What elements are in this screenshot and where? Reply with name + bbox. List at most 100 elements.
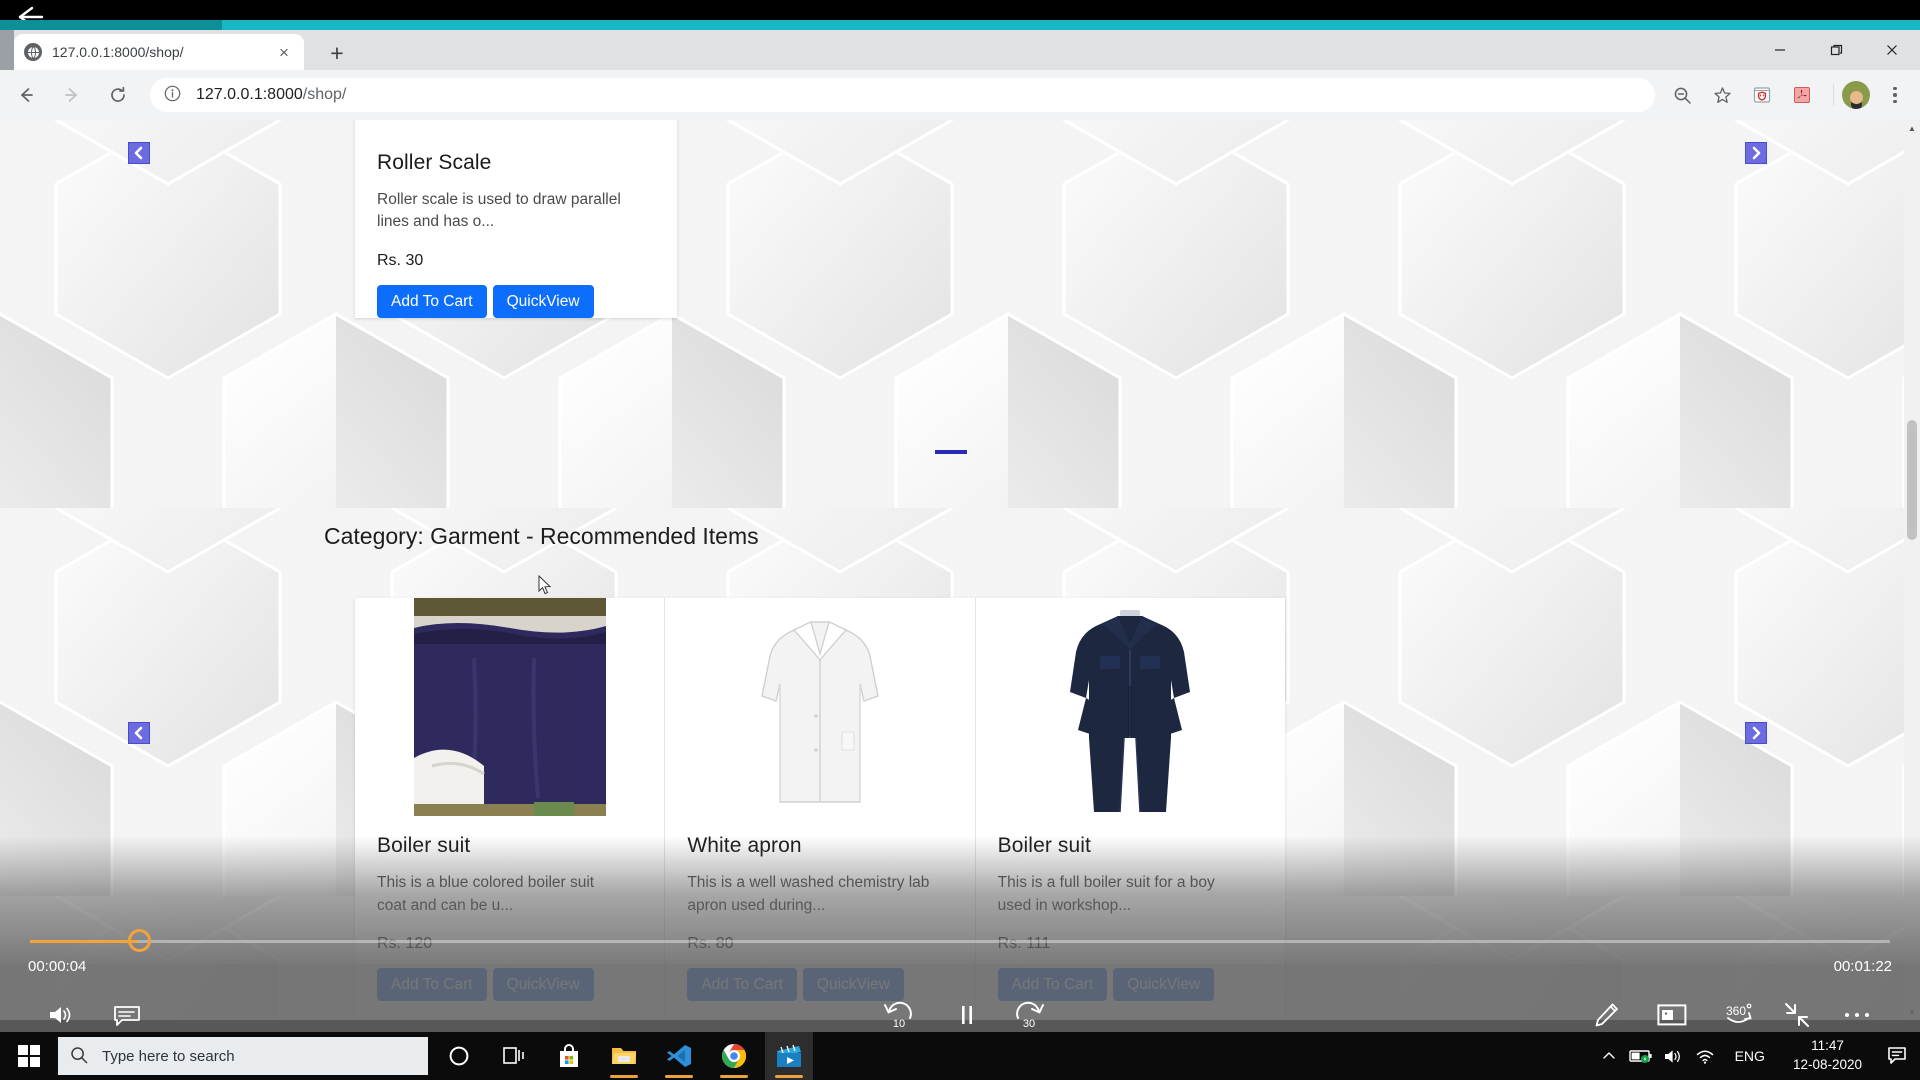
carousel-prev-icon[interactable] xyxy=(128,142,150,164)
product-price: Rs. 80 xyxy=(687,935,734,953)
new-tab-button[interactable]: + xyxy=(322,38,352,68)
carousel-row-garment: Boiler suit This is a blue colored boile… xyxy=(355,598,1285,1020)
forward-30-icon[interactable]: 30 xyxy=(1010,998,1048,1032)
mouse-cursor xyxy=(538,575,552,595)
globe-icon xyxy=(24,43,42,61)
forward-arrow-icon[interactable] xyxy=(52,75,92,115)
adobe-acrobat-icon[interactable] xyxy=(1785,78,1819,112)
product-name: Boiler suit xyxy=(997,834,1091,857)
browser-tab[interactable]: 127.0.0.1:8000/shop/ × xyxy=(14,34,304,70)
page-viewport: Roller Scale Roller scale is used to dra… xyxy=(0,120,1920,1020)
back-arrow-icon[interactable] xyxy=(6,75,46,115)
page-scrollbar[interactable]: ▲ ▼ xyxy=(1904,120,1920,1020)
blue-boiler-suit-photo xyxy=(355,598,665,816)
svg-text:360: 360 xyxy=(1726,1004,1746,1018)
microsoft-store-icon[interactable] xyxy=(545,1032,593,1080)
playback-progress-handle[interactable] xyxy=(128,929,151,952)
search-input[interactable]: Type here to search xyxy=(58,1037,428,1075)
app-top-strip xyxy=(0,0,1920,22)
chrome-menu-icon[interactable] xyxy=(1878,78,1912,112)
carousel-next-icon[interactable] xyxy=(1745,722,1767,744)
language-indicator[interactable]: ENG xyxy=(1721,1048,1779,1064)
wifi-icon[interactable] xyxy=(1689,1032,1721,1080)
battery-icon[interactable] xyxy=(1625,1032,1657,1080)
360-video-icon[interactable]: 360 xyxy=(1720,1000,1756,1030)
product-description: This is a well washed chemistry lab apro… xyxy=(687,874,930,914)
carousel-row-partial: Roller Scale Roller scale is used to dra… xyxy=(355,120,677,318)
carousel-prev-icon[interactable] xyxy=(128,722,150,744)
chrome-browser-window: 127.0.0.1:8000/shop/ × + 127.0.0.1:8000/… xyxy=(0,30,1920,1020)
product-actions: Add To Cart QuickView xyxy=(377,968,642,1002)
product-actions: Add To Cart QuickView xyxy=(997,968,1263,1002)
zoom-out-icon[interactable] xyxy=(1665,78,1699,112)
google-chrome-icon[interactable] xyxy=(710,1032,758,1080)
url-host: 127.0.0.1:8000 xyxy=(196,86,303,103)
vs-code-icon[interactable] xyxy=(655,1032,703,1080)
file-explorer-icon[interactable] xyxy=(600,1032,648,1080)
pause-icon[interactable] xyxy=(948,998,986,1032)
clock-time: 11:47 xyxy=(1811,1038,1844,1054)
closed-caption-icon[interactable] xyxy=(110,1000,144,1030)
quick-view-button[interactable]: QuickView xyxy=(1113,968,1215,1002)
more-options-icon[interactable] xyxy=(1840,1000,1874,1030)
extension-shield-icon[interactable] xyxy=(1745,78,1779,112)
browser-toolbar: 127.0.0.1:8000/shop/ xyxy=(0,70,1920,120)
current-time-label: 00:00:04 xyxy=(28,958,87,975)
quick-view-button[interactable]: QuickView xyxy=(492,284,594,318)
show-hidden-icons-icon[interactable] xyxy=(1593,1032,1625,1080)
windows-logo-icon[interactable] xyxy=(0,1032,58,1080)
quick-view-button[interactable]: QuickView xyxy=(492,968,594,1002)
cortana-icon[interactable] xyxy=(435,1032,483,1080)
svg-text:30: 30 xyxy=(1023,1018,1035,1030)
search-icon xyxy=(70,1046,90,1066)
roller-scale-photo xyxy=(355,120,677,133)
quick-view-button[interactable]: QuickView xyxy=(802,968,904,1002)
product-price: Rs. 30 xyxy=(377,251,424,269)
search-placeholder: Type here to search xyxy=(102,1047,235,1065)
mini-player-icon[interactable] xyxy=(1654,1000,1690,1030)
info-circle-icon xyxy=(164,85,184,105)
product-price: Rs. 120 xyxy=(377,935,433,953)
profile-avatar[interactable] xyxy=(1842,81,1870,109)
address-bar[interactable]: 127.0.0.1:8000/shop/ xyxy=(150,78,1655,112)
task-view-icon[interactable] xyxy=(490,1032,538,1080)
volume-icon[interactable] xyxy=(1657,1032,1689,1080)
product-description: Roller scale is used to draw parallel li… xyxy=(377,190,621,231)
product-card[interactable]: White apron This is a well washed chemis… xyxy=(665,598,976,1020)
product-card[interactable]: Boiler suit This is a blue colored boile… xyxy=(355,598,666,1020)
product-name: Boiler suit xyxy=(377,834,471,857)
add-to-cart-button[interactable]: Add To Cart xyxy=(377,968,487,1002)
windows-taskbar: Type here to search ENG 11:47 12-08-2020 xyxy=(0,1032,1920,1080)
toolbar-divider xyxy=(1833,84,1834,106)
scroll-up-icon[interactable]: ▲ xyxy=(1904,120,1920,136)
maximize-icon[interactable] xyxy=(1808,30,1864,70)
add-to-cart-button[interactable]: Add To Cart xyxy=(997,968,1108,1002)
product-name: White apron xyxy=(687,834,802,857)
movies-tv-icon[interactable] xyxy=(765,1032,813,1080)
category-heading-garment: Category: Garment - Recommended Items xyxy=(324,523,759,549)
playback-progress-fill xyxy=(30,940,138,943)
pencil-icon[interactable] xyxy=(1590,1000,1624,1030)
playback-progress-track[interactable] xyxy=(30,940,1890,943)
minimize-icon[interactable] xyxy=(1752,30,1808,70)
tab-strip: 127.0.0.1:8000/shop/ × + xyxy=(0,30,1920,70)
scroll-down-icon[interactable]: ▼ xyxy=(1904,1004,1920,1020)
clock[interactable]: 11:47 12-08-2020 xyxy=(1779,1037,1876,1074)
carousel-next-icon[interactable] xyxy=(1745,142,1767,164)
clock-date: 12-08-2020 xyxy=(1792,1057,1862,1072)
tab-close-icon[interactable]: × xyxy=(274,42,294,62)
duration-label: 00:01:22 xyxy=(1833,958,1892,975)
add-to-cart-button[interactable]: Add To Cart xyxy=(377,284,487,318)
add-to-cart-button[interactable]: Add To Cart xyxy=(687,968,797,1002)
scrollbar-thumb[interactable] xyxy=(1907,420,1917,540)
bookmark-star-icon[interactable] xyxy=(1705,78,1739,112)
reload-icon[interactable] xyxy=(98,75,138,115)
exit-fullscreen-icon[interactable] xyxy=(1780,1000,1814,1030)
action-center-icon[interactable] xyxy=(1876,1032,1920,1080)
volume-icon[interactable] xyxy=(44,1000,78,1030)
rewind-10-icon[interactable]: 10 xyxy=(880,998,918,1032)
product-description: This is a full boiler suit for a boy use… xyxy=(997,874,1215,914)
product-card[interactable]: Boiler suit This is a full boiler suit f… xyxy=(975,598,1285,1020)
product-card[interactable]: Roller Scale Roller scale is used to dra… xyxy=(355,120,677,318)
close-icon[interactable] xyxy=(1864,30,1920,70)
